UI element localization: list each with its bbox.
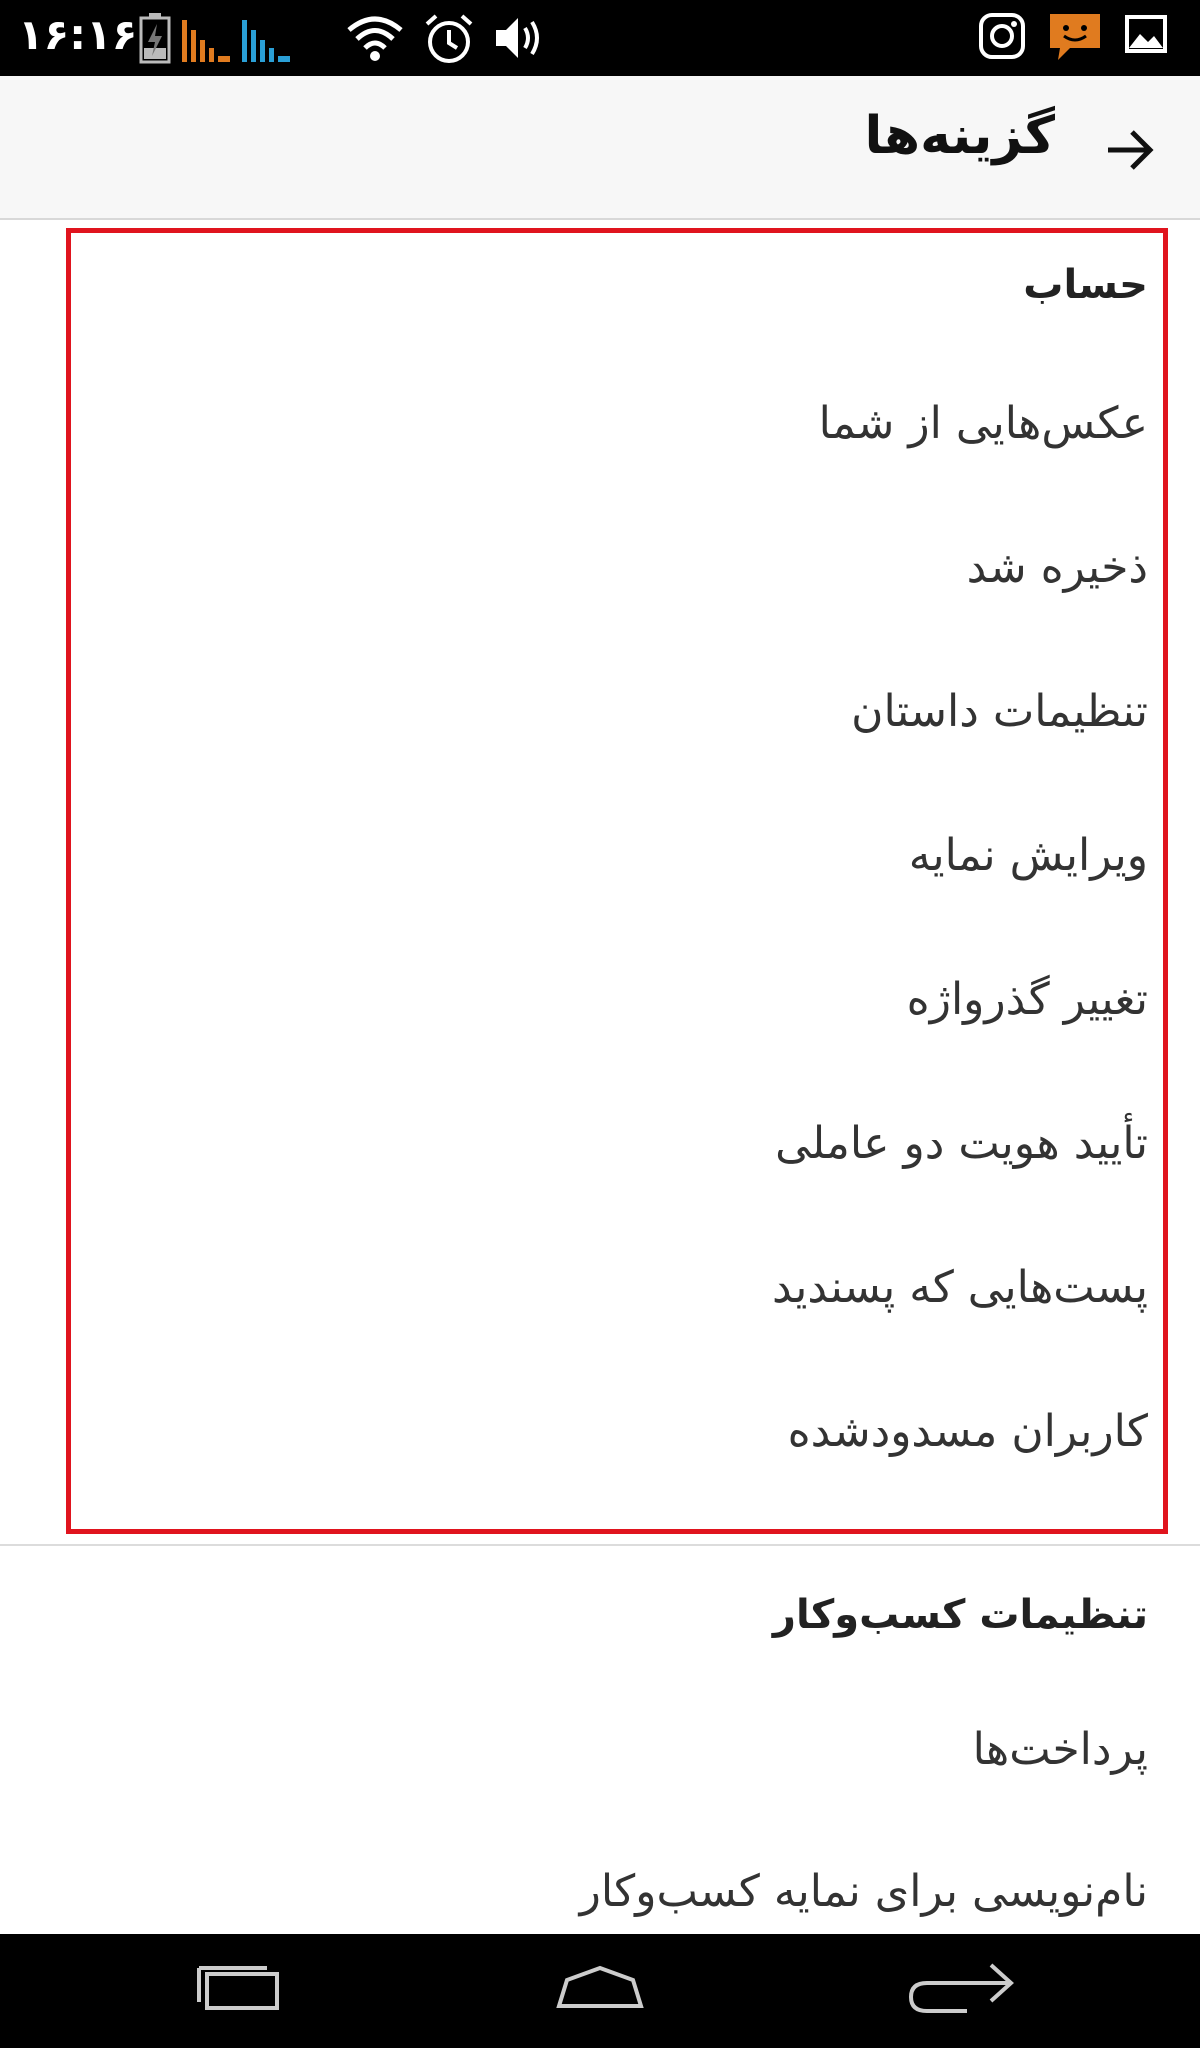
menu-item-business-profile-signup[interactable]: نام‌نویسی برای نمایه کسب‌وکار xyxy=(0,1842,1148,1942)
section-header-account: حساب xyxy=(1023,262,1148,308)
recent-apps-button[interactable] xyxy=(168,1948,308,2034)
alarm-icon xyxy=(422,12,476,70)
menu-item-story-settings[interactable]: تنظیمات داستان xyxy=(0,662,1148,762)
page-title: گزینه‌ها xyxy=(864,106,1055,166)
menu-item-label: ذخیره شد xyxy=(966,542,1148,593)
menu-item-label: تأیید هویت دو عاملی xyxy=(775,1118,1148,1169)
menu-item-change-password[interactable]: تغییر گذرواژه xyxy=(0,950,1148,1050)
navigation-bar xyxy=(0,1934,1200,2048)
status-time: ۱۶:۱۶ xyxy=(18,10,138,59)
volume-icon xyxy=(492,12,548,68)
menu-item-label: کاربران مسدودشده xyxy=(787,1406,1148,1457)
arrow-right-icon xyxy=(1102,122,1158,182)
wifi-icon xyxy=(345,12,405,68)
menu-item-label: نام‌نویسی برای نمایه کسب‌وکار xyxy=(579,1866,1148,1917)
system-back-button[interactable] xyxy=(892,1948,1032,2034)
menu-item-label: تغییر گذرواژه xyxy=(906,974,1148,1025)
instagram-icon xyxy=(978,12,1026,64)
chat-notification-icon xyxy=(1048,12,1102,66)
menu-item-label: تنظیمات داستان xyxy=(851,686,1148,737)
signal-sim1-icon xyxy=(180,12,232,68)
menu-item-payments[interactable]: پرداخت‌ها xyxy=(0,1700,1148,1800)
image-notification-icon xyxy=(1124,12,1168,60)
app-bar: گزینه‌ها xyxy=(0,76,1200,220)
menu-item-saved[interactable]: ذخیره شد xyxy=(0,518,1148,618)
back-icon xyxy=(907,1961,1017,2021)
menu-item-edit-profile[interactable]: ویرایش نمایه xyxy=(0,806,1148,906)
home-icon xyxy=(555,1964,645,2018)
menu-item-label: پرداخت‌ها xyxy=(972,1724,1148,1775)
section-header-business: تنظیمات کسب‌وکار xyxy=(772,1592,1148,1638)
menu-item-label: پست‌هایی که پسندید xyxy=(772,1262,1148,1313)
home-button[interactable] xyxy=(530,1948,670,2034)
menu-item-label: عکس‌هایی از شما xyxy=(818,398,1148,449)
menu-item-two-factor-auth[interactable]: تأیید هویت دو عاملی xyxy=(0,1094,1148,1194)
signal-sim2-icon xyxy=(240,12,292,68)
section-divider xyxy=(0,1544,1200,1546)
menu-item-liked-posts[interactable]: پست‌هایی که پسندید xyxy=(0,1238,1148,1338)
status-bar: ۱۶:۱۶ xyxy=(0,0,1200,76)
recent-apps-icon xyxy=(193,1964,283,2018)
back-button[interactable] xyxy=(1090,112,1170,192)
menu-item-label: ویرایش نمایه xyxy=(908,830,1148,881)
battery-charging-icon xyxy=(138,12,172,68)
menu-item-photos-of-you[interactable]: عکس‌هایی از شما xyxy=(0,374,1148,474)
menu-item-blocked-users[interactable]: کاربران مسدودشده xyxy=(0,1382,1148,1482)
